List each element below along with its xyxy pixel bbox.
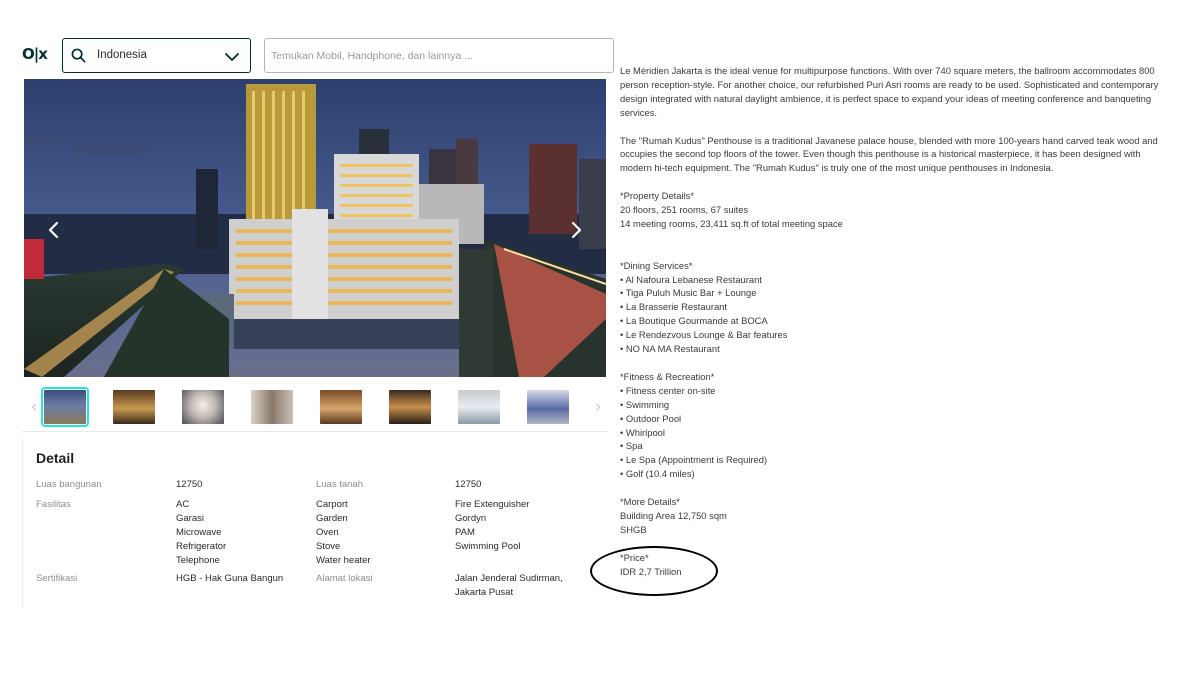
facility-item: Garasi [176, 513, 204, 524]
penthouse-line: occupies the second top floors of the to… [620, 148, 1141, 160]
alamat-value: Jalan Jenderal Sudirman, Jakarta Pusat [455, 572, 563, 600]
location-value: Indonesia [97, 49, 147, 61]
fasilitas-list-2: Carport Garden Oven Stove Water heater [316, 498, 371, 568]
olx-logo[interactable]: O|x [22, 45, 48, 63]
detail-section: Detail Luas bangunan 12750 Luas tanah 12… [22, 438, 608, 608]
fasilitas-label: Fasilitas [36, 499, 71, 510]
hero-photo [24, 79, 606, 377]
facility-item: PAM [455, 527, 475, 538]
alamat-label: Alamat lokasi [316, 573, 373, 584]
location-select[interactable]: Indonesia [62, 38, 251, 73]
thumbnail-4[interactable] [251, 390, 293, 424]
property-heading: *Property Details* [620, 190, 694, 202]
fitness-line: • Le Spa (Appointment is Required) [620, 454, 768, 466]
description-panel: Le Méridien Jakarta is the ideal venue f… [620, 64, 1186, 578]
thumbnail-2[interactable] [113, 390, 155, 424]
address-line: Jakarta Pusat [455, 587, 514, 598]
thumbnail-7[interactable] [458, 390, 500, 424]
sertifikasi-value: HGB - Hak Guna Bangun [176, 573, 284, 584]
fasilitas-list-1: AC Garasi Microwave Refrigerator Telepho… [176, 498, 226, 568]
facility-item: Water heater [316, 555, 371, 566]
dining-line: • NO NA MA Restaurant [620, 343, 720, 355]
thumbnail-8[interactable] [527, 390, 569, 424]
fitness-heading: *Fitness & Recreation* [620, 370, 715, 382]
facility-item: Refrigerator [176, 541, 227, 552]
property-line: 14 meeting rooms, 23,411 sq.ft of total … [620, 217, 843, 229]
facility-item: Stove [316, 541, 341, 552]
facility-item: Swimming Pool [455, 541, 521, 552]
previous-photo-button[interactable] [42, 219, 64, 241]
fitness-line: • Outdoor Pool [620, 412, 682, 424]
dining-line: • Al Nafoura Lebanese Restaurant [620, 273, 762, 285]
property-line: 20 floors, 251 rooms, 67 suites [620, 204, 749, 216]
chevron-right-icon [571, 221, 582, 239]
sertifikasi-label: Sertifikasi [36, 573, 78, 584]
fitness-line: • Swimming [620, 398, 670, 410]
thumbnail-next-button[interactable]: › [592, 396, 604, 418]
facility-item: Microwave [176, 527, 222, 538]
fitness-line: • Spa [620, 440, 643, 452]
penthouse-line: modern hi-tech equipment. The "Rumah Kud… [620, 162, 1054, 174]
fitness-line: • Golf (10.4 miles) [620, 468, 695, 480]
thumbnail-6[interactable] [389, 390, 431, 424]
penthouse-line: The "Rumah Kudus" Penthouse is a traditi… [620, 134, 1158, 146]
facility-item: AC [176, 499, 190, 510]
facility-item: Gordyn [455, 513, 487, 524]
price-heading: *Price* [620, 551, 649, 563]
luas-tanah-label: Luas tanah [316, 479, 364, 490]
thumbnail-1[interactable] [41, 387, 89, 427]
fitness-line: • Whirlpool [620, 426, 665, 438]
listing-panel: O|x Indonesia Temukan Mobil, Handphone, … [22, 38, 614, 608]
chevron-left-icon [48, 221, 59, 239]
city-night-photo [24, 79, 606, 377]
intro-line: services. [620, 106, 657, 118]
facility-item: Telephone [176, 555, 220, 566]
search-icon [71, 48, 86, 68]
luas-bangunan-value: 12750 [176, 479, 203, 490]
more-details-line: SHGB [620, 523, 647, 535]
facility-item: Carport [316, 499, 348, 510]
dining-line: • Tiga Puluh Music Bar + Lounge [620, 287, 757, 299]
facility-item: Fire Extenguisher [455, 499, 530, 510]
search-field[interactable] [264, 38, 614, 73]
more-details-heading: *More Details* [620, 496, 680, 508]
thumbnail-strip: ‹ › [22, 382, 608, 432]
chevron-down-icon [224, 50, 240, 68]
facility-item: Garden [316, 513, 348, 524]
luas-bangunan-label: Luas bangunan [36, 479, 102, 490]
thumbnail-3[interactable] [182, 390, 224, 424]
address-line: Jalan Jenderal Sudirman, [455, 573, 563, 584]
thumbnail-5[interactable] [320, 390, 362, 424]
thumbnail-prev-button[interactable]: ‹ [28, 396, 40, 418]
facility-item: Oven [316, 527, 339, 538]
dining-line: • La Boutique Gourmande at BOCA [620, 315, 768, 327]
fitness-line: • Fitness center on-site [620, 384, 716, 396]
dining-heading: *Dining Services* [620, 259, 693, 271]
next-photo-button[interactable] [566, 219, 588, 241]
top-bar: O|x Indonesia [22, 38, 614, 74]
dining-line: • Le Rendezvous Lounge & Bar features [620, 329, 788, 341]
detail-heading: Detail [36, 450, 75, 466]
intro-line: design integrated with natural daylight … [620, 92, 1152, 104]
dining-line: • La Brasserie Restaurant [620, 301, 727, 313]
more-details-line: Building Area 12,750 sqm [620, 509, 727, 521]
search-input[interactable] [271, 47, 601, 65]
fasilitas-list-3: Fire Extenguisher Gordyn PAM Swimming Po… [455, 498, 529, 554]
luas-tanah-value: 12750 [455, 479, 482, 490]
intro-line: Le Méridien Jakarta is the ideal venue f… [620, 65, 1155, 76]
price-value: IDR 2,7 Trillion [620, 565, 682, 577]
intro-line: person reception-style. For another choi… [620, 78, 1159, 90]
